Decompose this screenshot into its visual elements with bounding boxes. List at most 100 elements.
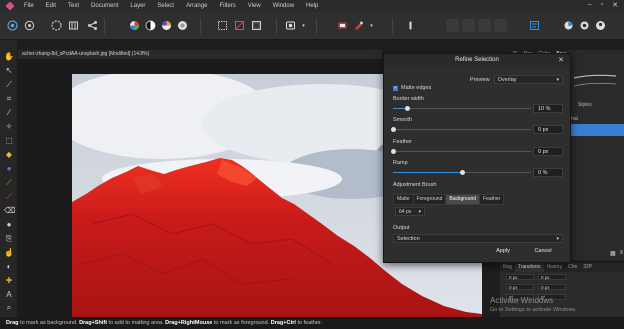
- dodge-tool-icon[interactable]: ●: [4, 220, 14, 230]
- smooth-value[interactable]: 0 px: [533, 125, 563, 134]
- pixel-tool-icon[interactable]: ⟋: [4, 192, 14, 202]
- menu-filters[interactable]: Filters: [219, 3, 235, 9]
- healing-tool-icon[interactable]: ✚: [4, 276, 14, 286]
- border-width-value[interactable]: 10 %: [533, 104, 563, 113]
- border-width-slider-handle[interactable]: [404, 106, 410, 111]
- auto-white-balance-icon[interactable]: [176, 19, 189, 32]
- feather-value[interactable]: 0 px: [533, 147, 563, 156]
- brush-tab-background[interactable]: Background: [446, 195, 481, 204]
- width-field[interactable]: 0 px: [538, 274, 566, 280]
- height-field[interactable]: 0 px: [538, 284, 566, 290]
- erase-brush-tool-icon[interactable]: ⌫: [4, 206, 15, 216]
- invert-selection-icon[interactable]: [250, 19, 263, 32]
- ramp-slider[interactable]: [393, 170, 531, 175]
- develop-persona-icon[interactable]: [50, 19, 63, 32]
- no-selection-icon[interactable]: [233, 19, 246, 32]
- x-field[interactable]: 0 px: [506, 274, 534, 280]
- tab-transform[interactable]: Transform: [514, 263, 544, 272]
- toolbar: ▾ ▾: [0, 12, 624, 40]
- blur-tool-icon[interactable]: ◐: [4, 262, 14, 272]
- user-icon[interactable]: [594, 19, 607, 32]
- liquify-persona-icon[interactable]: [23, 19, 36, 32]
- maximize-icon[interactable]: ▫: [601, 1, 603, 9]
- add-layer-icon[interactable]: ▦: [610, 250, 616, 257]
- hand-tool-icon[interactable]: ✋: [4, 52, 14, 62]
- auto-colors-icon[interactable]: [160, 19, 173, 32]
- arrange-back-icon[interactable]: [494, 19, 507, 32]
- menu-edit[interactable]: Edit: [46, 3, 56, 9]
- tab-32p[interactable]: 32P: [580, 263, 595, 272]
- output-select[interactable]: Selection: [393, 234, 563, 243]
- menu-select[interactable]: Select: [157, 3, 174, 9]
- smooth-slider[interactable]: [391, 127, 531, 132]
- menu-help[interactable]: Help: [306, 3, 318, 9]
- minimize-icon[interactable]: –: [588, 1, 592, 9]
- smudge-tool-icon[interactable]: ☝: [4, 248, 14, 258]
- text-tool-icon[interactable]: A: [4, 290, 14, 300]
- cancel-button[interactable]: Cancel: [528, 247, 558, 256]
- flood-select-tool-icon[interactable]: ✧: [4, 122, 14, 132]
- border-width-slider[interactable]: [393, 106, 531, 111]
- selection-brush-tool-icon[interactable]: ⁄: [4, 108, 14, 118]
- align-icon[interactable]: [528, 19, 541, 32]
- move-tool-icon[interactable]: ↖: [4, 66, 14, 76]
- marquee-selection-icon[interactable]: [216, 19, 229, 32]
- selection-brush-icon[interactable]: [352, 19, 365, 32]
- quick-mask-icon[interactable]: [284, 19, 297, 32]
- status-text-3: to mark as foreground.: [212, 320, 271, 326]
- ramp-slider-handle[interactable]: [460, 170, 465, 175]
- matte-edges-checkbox[interactable]: ✓ Matte edges: [393, 85, 431, 91]
- layer-menu-icon[interactable]: ≡: [620, 250, 624, 257]
- menu-layer[interactable]: Layer: [130, 3, 145, 9]
- menu-window[interactable]: Window: [273, 3, 294, 9]
- close-window-icon[interactable]: ✕: [612, 1, 618, 9]
- checkmark-icon[interactable]: ✓: [393, 85, 398, 91]
- auto-contrast-icon[interactable]: [144, 19, 157, 32]
- apply-button[interactable]: Apply: [488, 247, 518, 256]
- snapping-icon[interactable]: [562, 19, 575, 32]
- ramp-value[interactable]: 0 %: [533, 168, 563, 177]
- feather-slider-handle[interactable]: [391, 149, 396, 154]
- tone-mapping-persona-icon[interactable]: [67, 19, 80, 32]
- document-tab[interactable]: acher-zhang-8d_sPcdAA-unsplash.jpg [Modi…: [18, 50, 382, 59]
- brush-dropdown-chevron-icon[interactable]: ▾: [365, 19, 378, 32]
- view-mode-icon[interactable]: [578, 19, 591, 32]
- arrange-backward-icon[interactable]: [478, 19, 491, 32]
- arrange-forward-icon[interactable]: [462, 19, 475, 32]
- flood-fill-tool-icon[interactable]: ◆: [4, 150, 14, 160]
- smooth-slider-handle[interactable]: [391, 127, 396, 132]
- menu-file[interactable]: File: [24, 3, 34, 9]
- zoom-tool-icon[interactable]: ⌕: [4, 303, 14, 313]
- color-picker-tool-icon[interactable]: ⟋: [4, 80, 14, 90]
- clone-tool-icon[interactable]: ⎘: [4, 234, 14, 244]
- menu-view[interactable]: View: [248, 3, 261, 9]
- gradient-tool-icon[interactable]: ●: [4, 164, 14, 174]
- dropdown-chevron-icon[interactable]: ▾: [297, 19, 310, 32]
- brush-tab-foreground[interactable]: Foreground: [414, 195, 447, 204]
- adjustment-brush-tabs: Matte Foreground Background Feather: [393, 194, 505, 205]
- menu-arrange[interactable]: Arrange: [186, 3, 207, 9]
- close-icon[interactable]: ✕: [558, 54, 564, 67]
- mask-to-layer-icon[interactable]: [336, 19, 349, 32]
- share-icon[interactable]: [86, 19, 99, 32]
- tab-history[interactable]: History: [544, 263, 566, 272]
- paint-brush-tool-icon[interactable]: ⟋: [4, 178, 14, 188]
- auto-levels-icon[interactable]: [128, 19, 141, 32]
- photo-persona-icon[interactable]: [6, 19, 19, 32]
- tab-navigator[interactable]: Nvg: [500, 263, 515, 272]
- arrange-front-icon[interactable]: [446, 19, 459, 32]
- menu-text[interactable]: Text: [68, 3, 79, 9]
- marquee-tool-icon[interactable]: ⬚: [4, 136, 14, 146]
- feather-slider[interactable]: [391, 149, 531, 154]
- crop-tool-icon[interactable]: ⌗: [4, 94, 14, 104]
- menu-document[interactable]: Document: [91, 3, 118, 9]
- brush-tab-feather[interactable]: Feather: [480, 195, 503, 204]
- styles-tab-label[interactable]: Styles: [578, 102, 592, 108]
- layer-row-selected[interactable]: [568, 124, 624, 136]
- brush-size-select[interactable]: 64 px: [395, 207, 425, 216]
- brush-tab-matte[interactable]: Matte: [394, 195, 414, 204]
- y-field[interactable]: 0 px: [506, 284, 534, 290]
- tab-channels[interactable]: Chn: [565, 263, 580, 272]
- preview-mode-select[interactable]: Overlay: [493, 75, 563, 84]
- assistant-icon[interactable]: [404, 19, 417, 32]
